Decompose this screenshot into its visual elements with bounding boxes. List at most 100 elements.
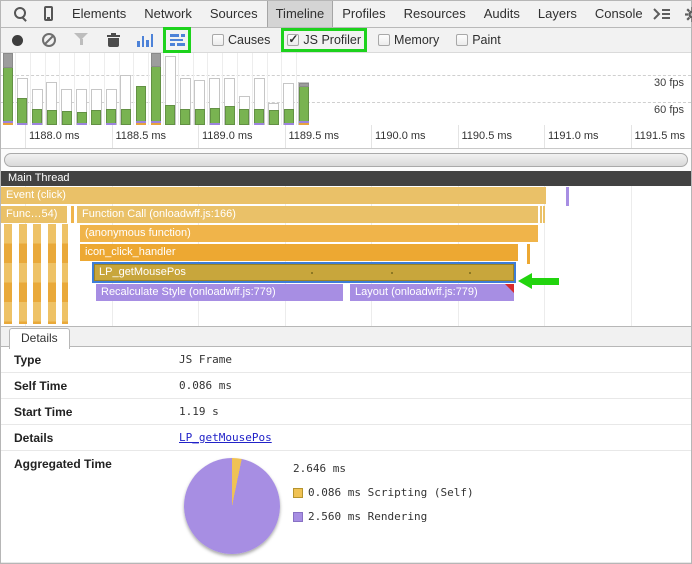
pie-legend: 2.646 ms 0.086 ms Scripting (Self)2.560 …	[293, 462, 474, 523]
rendering-swatch-icon	[293, 512, 303, 522]
filter-icon[interactable]	[70, 30, 92, 50]
checkbox-js-profiler[interactable]: ✓	[287, 34, 299, 46]
detail-value: JS Frame	[179, 353, 232, 366]
flame-bar-layout-onloadwff-js-779[interactable]: Layout (onloadwff.js:779)	[350, 284, 514, 301]
search-icon[interactable]	[13, 6, 29, 22]
checkbox-paint[interactable]	[456, 34, 468, 46]
checkbox-label-causes: Causes	[228, 33, 270, 47]
frame-bar[interactable]	[121, 109, 131, 125]
flame-bar[interactable]	[527, 244, 530, 264]
checkbox-group-memory[interactable]: Memory	[375, 31, 442, 49]
ruler-tick	[371, 125, 372, 148]
flame-bar[interactable]	[566, 187, 569, 206]
ruler-label: 1189.0 ms	[202, 130, 253, 142]
tab-details[interactable]: Details	[9, 328, 70, 349]
frame-divider	[104, 53, 105, 125]
frame-bar[interactable]	[180, 109, 190, 125]
checkbox-causes[interactable]	[212, 34, 224, 46]
flame-bar-anonymous-function[interactable]: (anonymous function)	[80, 225, 538, 242]
frame-bar[interactable]	[195, 109, 205, 125]
flame-bar-recalculate-style-onloadwff-js-779[interactable]: Recalculate Style (onloadwff.js:779)	[96, 284, 343, 301]
details-link[interactable]: LP_getMousePos	[179, 431, 272, 444]
frame-bar[interactable]	[239, 109, 249, 125]
flame-bar-function-call-onloadwff-js-166[interactable]: Function Call (onloadwff.js:166)	[77, 206, 538, 223]
thread-header[interactable]: Main Thread	[1, 171, 691, 186]
tab-resources[interactable]: Resources	[395, 1, 475, 27]
ruler-tick	[458, 125, 459, 148]
garbage-collect-icon[interactable]	[102, 30, 124, 50]
frame-bar[interactable]	[17, 98, 27, 125]
flame-bar-cluster[interactable]	[4, 224, 12, 324]
flame-bar[interactable]	[71, 206, 74, 223]
panel-tabs: ElementsNetworkSourcesTimelineProfilesRe…	[63, 1, 652, 27]
bar-chart-view-icon[interactable]	[134, 30, 156, 50]
frame-bar[interactable]	[3, 67, 13, 125]
frame-bar-cap	[3, 53, 13, 68]
frame-bar[interactable]	[269, 110, 279, 125]
tab-audits[interactable]: Audits	[475, 1, 529, 27]
checkbox-group-paint[interactable]: Paint	[453, 31, 504, 49]
console-drawer-icon[interactable]	[652, 7, 671, 21]
flame-bar-cluster[interactable]	[33, 224, 41, 324]
checkbox-group-js-profiler[interactable]: ✓JS Profiler	[284, 31, 364, 49]
legend-text: 0.086 ms Scripting (Self)	[308, 486, 474, 499]
flame-bar-func-54[interactable]: Func…54)	[1, 206, 67, 223]
ruler-tick	[25, 125, 26, 148]
aggregated-value: 2.646 ms 0.086 ms Scripting (Self)2.560 …	[179, 451, 474, 554]
tab-profiles[interactable]: Profiles	[333, 1, 394, 27]
detail-label: Start Time	[1, 405, 179, 419]
settings-gear-icon[interactable]	[685, 7, 692, 22]
flame-bar-cluster[interactable]	[62, 224, 68, 324]
frame-bar[interactable]	[91, 110, 101, 125]
detail-row-self-time: Self Time0.086 ms	[1, 373, 691, 399]
flame-chart[interactable]: LP_getMousePos Event (click) Func…54) Func…	[1, 186, 691, 326]
frames-overview[interactable]: 30 fps60 fps	[1, 53, 691, 125]
frame-bar-cap	[299, 83, 309, 87]
frame-bar[interactable]	[225, 106, 235, 125]
ruler-label: 1190.0 ms	[375, 130, 426, 142]
frame-bar[interactable]	[165, 105, 175, 125]
clear-button[interactable]	[38, 30, 60, 50]
tab-elements[interactable]: Elements	[63, 1, 135, 27]
flame-bar[interactable]	[540, 206, 542, 223]
tab-timeline[interactable]: Timeline	[267, 1, 334, 27]
tab-layers[interactable]: Layers	[529, 1, 586, 27]
flame-bar-cluster[interactable]	[48, 224, 56, 324]
checkbox-memory[interactable]	[378, 34, 390, 46]
frame-divider	[252, 53, 253, 125]
frame-divider	[30, 53, 31, 125]
frame-bar[interactable]	[136, 86, 146, 125]
flame-chart-view-icon[interactable]	[166, 30, 188, 50]
flame-bar-event-click[interactable]: Event (click)	[1, 187, 546, 204]
flame-bar-selected[interactable]: LP_getMousePos	[92, 262, 516, 283]
flame-bar[interactable]	[543, 206, 545, 223]
flame-bar-cluster[interactable]	[19, 224, 27, 324]
ruler-label: 1189.5 ms	[289, 130, 340, 142]
flame-bar-label: (anonymous function)	[80, 227, 191, 239]
checkbox-label-memory: Memory	[394, 33, 439, 47]
tab-console[interactable]: Console	[586, 1, 652, 27]
flame-bar-icon-click-handler[interactable]: icon_click_handler	[80, 244, 518, 261]
sample-dot	[311, 272, 313, 274]
details-pane: TypeJS FrameSelf Time0.086 msStart Time1…	[1, 347, 691, 563]
ruler-label: 1188.0 ms	[29, 130, 80, 142]
frame-bar[interactable]	[299, 86, 309, 125]
frame-divider	[89, 53, 90, 125]
legend-item-scripting: 0.086 ms Scripting (Self)	[293, 486, 474, 499]
scrollbar-thumb[interactable]	[4, 153, 688, 167]
legend-text: 2.560 ms Rendering	[308, 510, 427, 523]
device-mode-icon[interactable]	[41, 6, 57, 22]
frame-bar[interactable]	[151, 66, 161, 125]
frame-divider	[207, 53, 208, 125]
tab-sources[interactable]: Sources	[201, 1, 267, 27]
record-button[interactable]	[6, 30, 28, 50]
frame-divider	[74, 53, 75, 125]
frame-bar[interactable]	[47, 110, 57, 125]
frame-divider	[119, 53, 120, 125]
ruler-label: 1188.5 ms	[116, 130, 167, 142]
trash-icon	[107, 33, 120, 47]
frame-bar[interactable]	[62, 111, 72, 125]
checkbox-group-causes[interactable]: Causes	[209, 31, 273, 49]
tab-network[interactable]: Network	[135, 1, 201, 27]
frame-divider	[178, 53, 179, 125]
